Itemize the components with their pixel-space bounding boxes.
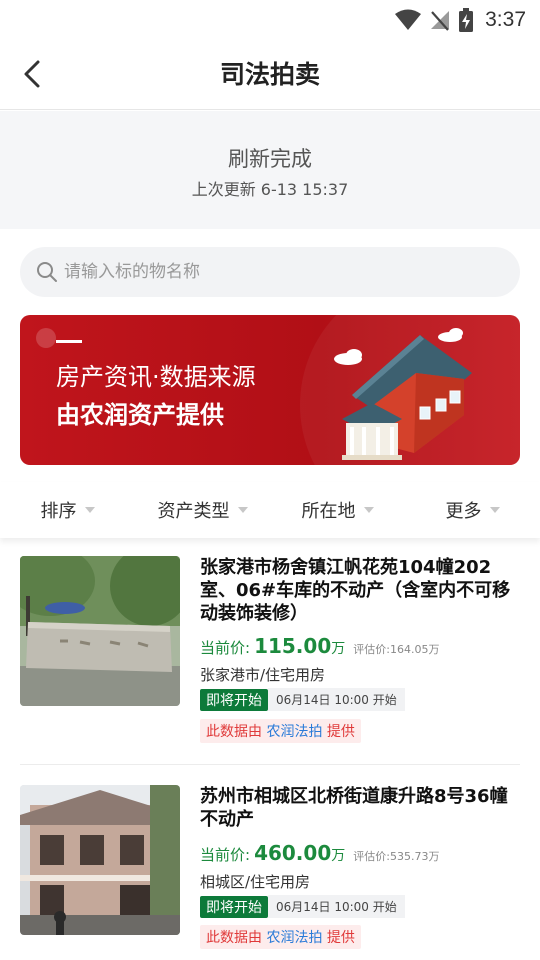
- status-bar: 3:37: [0, 0, 540, 40]
- status-badge: 即将开始: [200, 895, 268, 918]
- item-title: 张家港市杨舍镇江帆花苑104幢202室、06#车库的不动产（含室内不可移动装饰装…: [200, 557, 511, 624]
- estimate-value: 164.05万: [389, 643, 440, 656]
- chevron-down-icon: [363, 507, 374, 513]
- no-signal-icon: [431, 11, 450, 31]
- search-bar[interactable]: [20, 247, 520, 297]
- filter-label: 资产类型: [157, 501, 230, 522]
- source-link[interactable]: 农润法拍: [266, 724, 322, 740]
- estimate-label: 评估价:: [353, 850, 390, 863]
- house-icon: [334, 328, 472, 460]
- chevron-down-icon: [489, 507, 500, 513]
- list-item[interactable]: 张家港市杨舍镇江帆花苑104幢202室、06#车库的不动产（含室内不可移动装饰装…: [20, 556, 520, 771]
- banner-subtitle: 由农润资产提供: [56, 401, 224, 429]
- location-type: 相城区/住宅用房: [200, 873, 311, 891]
- start-time: 06月14日 10:00 开始: [268, 895, 405, 918]
- navigation-bar: 司法拍卖: [0, 40, 540, 110]
- price-unit: 万: [331, 848, 346, 864]
- filter-asset-type[interactable]: 资产类型: [135, 482, 270, 538]
- list-item[interactable]: 苏州市相城区北桥街道康升路8号36幢不动产 当前价: 460.00 万 评估价:…: [20, 785, 520, 960]
- filter-location[interactable]: 所在地: [270, 482, 405, 538]
- last-update-time: 上次更新 6-13 15:37: [191, 180, 349, 199]
- source-link[interactable]: 农润法拍: [266, 930, 322, 946]
- price-row: 当前价: 115.00 万 评估价: 164.05万: [200, 634, 439, 658]
- estimate-label: 评估价:: [353, 643, 390, 656]
- status-row: 即将开始 06月14日 10:00 开始: [200, 688, 405, 711]
- start-time: 06月14日 10:00 开始: [268, 688, 405, 711]
- current-price: 115.00: [254, 634, 332, 658]
- status-row: 即将开始 06月14日 10:00 开始: [200, 895, 405, 918]
- source-prefix: 此数据由: [206, 930, 262, 946]
- status-time: 3:37: [485, 8, 526, 31]
- property-photo: [20, 785, 180, 935]
- banner-title: 房产资讯·数据来源: [56, 363, 256, 391]
- data-source-note: 此数据由 农润法拍 提供: [200, 925, 361, 949]
- battery-charging-icon: [459, 8, 474, 32]
- search-icon: [37, 262, 57, 282]
- wifi-icon: [395, 9, 422, 30]
- status-badge: 即将开始: [200, 688, 268, 711]
- promo-banner[interactable]: 房产资讯·数据来源 由农润资产提供: [20, 315, 520, 465]
- source-prefix: 此数据由: [206, 724, 262, 740]
- source-suffix: 提供: [326, 930, 355, 946]
- price-row: 当前价: 460.00 万 评估价: 535.73万: [200, 841, 439, 865]
- filter-bar: 排序 资产类型 所在地 更多: [0, 482, 540, 538]
- filter-label: 排序: [40, 501, 77, 522]
- current-price: 460.00: [254, 841, 332, 865]
- item-title: 苏州市相城区北桥街道康升路8号36幢不动产: [200, 786, 508, 830]
- source-suffix: 提供: [326, 724, 355, 740]
- back-icon: [24, 60, 40, 88]
- refresh-header: 刷新完成 上次更新 6-13 15:37: [0, 111, 540, 229]
- search-input[interactable]: [64, 262, 484, 282]
- banner-dot: [36, 328, 56, 348]
- estimate-value: 535.73万: [389, 850, 440, 863]
- divider: [20, 764, 520, 765]
- chevron-down-icon: [237, 507, 248, 513]
- filter-label: 所在地: [301, 501, 356, 522]
- status-icons: 3:37: [395, 6, 526, 34]
- location-type: 张家港市/住宅用房: [200, 666, 326, 684]
- back-button[interactable]: [12, 54, 52, 94]
- price-label: 当前价:: [200, 639, 251, 657]
- price-label: 当前价:: [200, 846, 251, 864]
- banner-dash: [56, 340, 82, 343]
- chevron-down-icon: [84, 507, 95, 513]
- filter-sort[interactable]: 排序: [0, 482, 135, 538]
- data-source-note: 此数据由 农润法拍 提供: [200, 719, 361, 743]
- property-photo: [20, 556, 180, 706]
- filter-more[interactable]: 更多: [405, 482, 540, 538]
- page-title: 司法拍卖: [219, 60, 320, 89]
- filter-label: 更多: [445, 501, 482, 522]
- refresh-status: 刷新完成: [228, 147, 312, 171]
- price-unit: 万: [331, 641, 346, 657]
